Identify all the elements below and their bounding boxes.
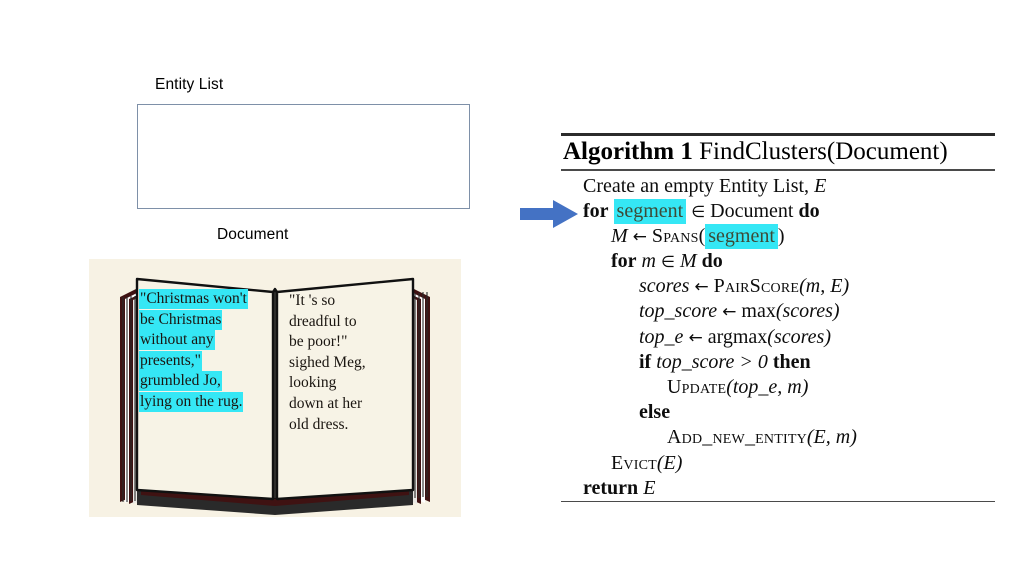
- update-args: (top_e, m): [726, 376, 809, 398]
- right-page-line: "It 's so: [289, 292, 336, 309]
- var-M: M: [611, 224, 628, 247]
- algorithm-line-for-m: for m ∈ M do: [561, 249, 995, 274]
- highlighted-segment-token: segment: [705, 223, 778, 249]
- var-E: E: [643, 476, 656, 499]
- algorithm-bottom-rule: [561, 500, 995, 503]
- right-page-line: sighed Meg,: [289, 353, 366, 371]
- left-page-line: without any: [139, 330, 215, 351]
- function-add-new-entity: Add_new_entity: [667, 426, 807, 449]
- assign-operator: ←: [688, 327, 703, 348]
- assign-operator: ←: [722, 302, 737, 323]
- keyword-for: for: [611, 250, 637, 273]
- keyword-return: return: [583, 476, 639, 499]
- algorithm-line-add-new-entity: Add_new_entity(E, m): [561, 425, 995, 450]
- algorithm-line-update: Update(top_e, m): [561, 375, 995, 400]
- var-M: M: [679, 250, 697, 273]
- left-page-line: grumbled Jo,: [139, 371, 222, 392]
- keyword-do: do: [798, 199, 820, 222]
- book-right-page-text: "It 's so dreadful to be poor!" sighed M…: [289, 291, 366, 435]
- document-token: Document: [710, 199, 794, 222]
- keyword-do: do: [701, 250, 723, 273]
- algorithm-signature: FindClusters(Document): [699, 138, 948, 165]
- algorithm-title: Algorithm 1 FindClusters(Document): [561, 136, 995, 169]
- book-left-page-text: "Christmas won't be Christmas without an…: [139, 289, 248, 413]
- algorithm-line-evict: Evict(E): [561, 451, 995, 476]
- function-update: Update: [667, 376, 727, 398]
- assign-operator: ←: [632, 226, 647, 247]
- algorithm-line-create-entity-list: Create an empty Entity List, E: [583, 174, 827, 197]
- algorithm-block: Algorithm 1 FindClusters(Document) Creat…: [561, 133, 995, 503]
- function-pairscore: PairScore: [713, 275, 800, 298]
- left-page-line: "Christmas won't: [139, 289, 248, 309]
- function-evict: Evict: [611, 451, 657, 474]
- algorithm-line-top-score: top_score ← max(scores): [561, 299, 995, 324]
- algorithm-line-spans: M ← Spans(segment): [611, 223, 785, 249]
- function-argmax: argmax: [707, 325, 768, 348]
- keyword-for: for: [583, 199, 609, 222]
- if-condition: top_score > 0: [656, 350, 768, 373]
- algorithm-line-return: return E: [561, 476, 995, 501]
- algorithm-line-scores: scores ← PairScore(m, E): [561, 274, 995, 299]
- left-page-line: be Christmas: [139, 309, 223, 330]
- keyword-then: then: [772, 350, 811, 373]
- right-page-line: dreadful to: [289, 312, 357, 330]
- var-m: m: [641, 250, 656, 273]
- member-of-operator: ∈: [661, 252, 675, 272]
- add-new-entity-args: (E, m): [806, 426, 857, 449]
- algorithm-body: Create an empty Entity List, E for segme…: [561, 171, 995, 501]
- algorithm-line-else: else: [561, 400, 995, 425]
- keyword-if: if: [639, 350, 652, 373]
- right-page-line: be poor!": [289, 333, 348, 351]
- entity-list-label: Entity List: [155, 76, 224, 93]
- algorithm-line-for-segment: for segment ∈ Document do: [561, 198, 995, 224]
- document-label: Document: [217, 226, 289, 243]
- left-page-line: presents,": [139, 350, 202, 371]
- highlighted-segment-token: segment: [613, 198, 687, 224]
- right-page-line: old dress.: [289, 415, 349, 433]
- left-page-line: lying on the rug.: [139, 391, 244, 412]
- argmax-args: (scores): [767, 325, 831, 348]
- function-spans: Spans: [651, 224, 699, 247]
- assign-operator: ←: [694, 277, 709, 298]
- keyword-else: else: [639, 401, 671, 424]
- algorithm-number: Algorithm 1: [563, 138, 693, 165]
- var-top-e: top_e: [639, 325, 684, 348]
- right-page-line: down at her: [289, 394, 363, 412]
- var-E: E: [814, 174, 827, 197]
- algorithm-line-if: if top_score > 0 then: [561, 350, 995, 375]
- function-max: max: [741, 300, 776, 323]
- var-scores: scores: [639, 275, 690, 298]
- evict-args: (E): [656, 451, 683, 474]
- algorithm-line-top-e: top_e ← argmax(scores): [561, 325, 995, 350]
- max-args: (scores): [775, 300, 840, 323]
- entity-list-box[interactable]: [137, 104, 470, 209]
- open-book-illustration: "Christmas won't be Christmas without an…: [89, 259, 461, 517]
- var-top-score: top_score: [639, 300, 718, 323]
- member-of-operator: ∈: [691, 201, 706, 221]
- right-page-line: looking: [289, 374, 337, 392]
- pairscore-args: (m, E): [799, 275, 850, 298]
